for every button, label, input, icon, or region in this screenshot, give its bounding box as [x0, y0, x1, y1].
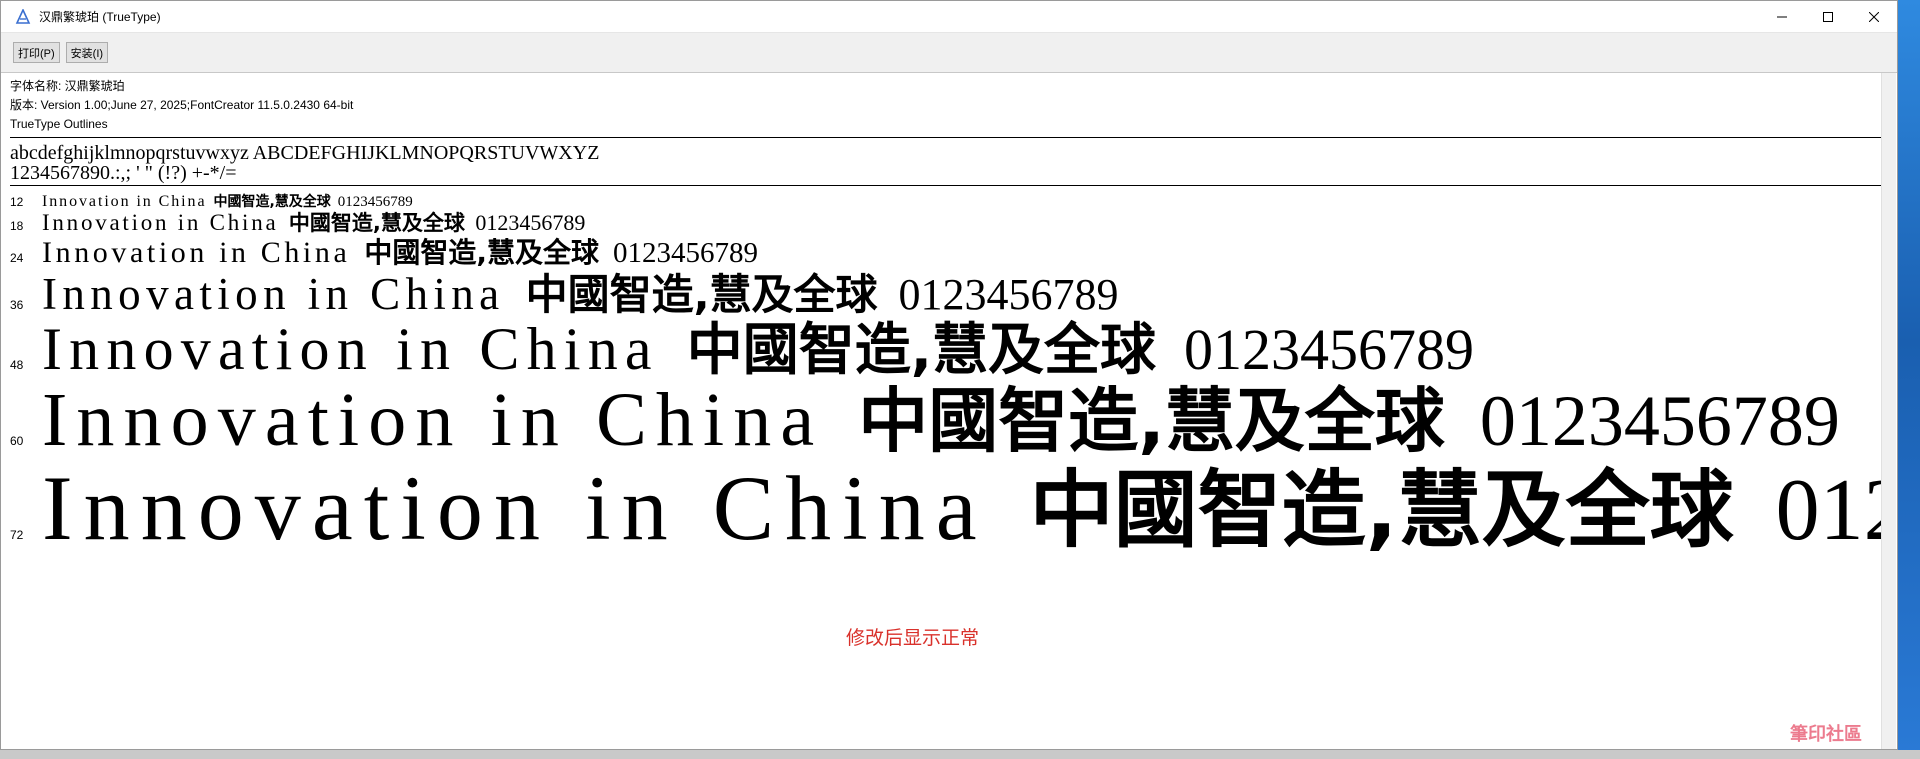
window-title: 汉鼎繁琥珀 (TrueType): [39, 10, 161, 24]
font-version-info: 版本: Version 1.00;June 27, 2025;FontCreat…: [10, 98, 354, 112]
charset-letters: abcdefghijklmnopqrstuvwxyz ABCDEFGHIJKLM…: [10, 142, 600, 164]
print-button[interactable]: 打印(P): [13, 42, 60, 63]
close-button[interactable]: [1851, 1, 1897, 32]
font-name-info: 字体名称: 汉鼎繁琥珀: [10, 79, 125, 93]
font-viewer-window: 汉鼎繁琥珀 (TrueType) 打印(P) 安装(I) 字体名称: 汉鼎繁琥珀…: [0, 0, 1898, 750]
minimize-button[interactable]: [1759, 1, 1805, 32]
minimize-icon: [1777, 16, 1787, 17]
install-button[interactable]: 安装(I): [65, 42, 109, 63]
taskbar-edge: [0, 750, 1920, 759]
vertical-scrollbar[interactable]: [1881, 73, 1896, 749]
sample-cjk: 中國智造,慧及全球: [1029, 461, 1734, 559]
watermark-logo: 筆印社區: [1790, 724, 1862, 745]
font-preview-area: 字体名称: 汉鼎繁琥珀 版本: Version 1.00;June 27, 20…: [2, 73, 1882, 749]
title-bar[interactable]: 汉鼎繁琥珀 (TrueType): [1, 1, 1897, 33]
maximize-icon: [1823, 11, 1833, 22]
toolbar: 打印(P) 安装(I): [1, 33, 1897, 73]
sample-digits: 0123456789: [1775, 462, 1882, 559]
maximize-button[interactable]: [1805, 1, 1851, 32]
window-controls: [1759, 1, 1897, 32]
font-app-icon: [15, 8, 31, 24]
desktop-background: [1898, 0, 1920, 759]
charset-symbols: 1234567890.:,; ' " (!?) +-*/=: [10, 162, 237, 184]
size-label: 72: [10, 528, 24, 542]
sample-row-72: 72 Innovation in China 中國智造,慧及全球 0123456…: [2, 443, 1882, 564]
close-icon: [1869, 11, 1879, 22]
annotation-text: 修改后显示正常: [846, 627, 980, 649]
sample-latin: Innovation in China: [42, 457, 988, 559]
divider: [10, 185, 1882, 186]
font-outline-info: TrueType Outlines: [10, 117, 108, 131]
